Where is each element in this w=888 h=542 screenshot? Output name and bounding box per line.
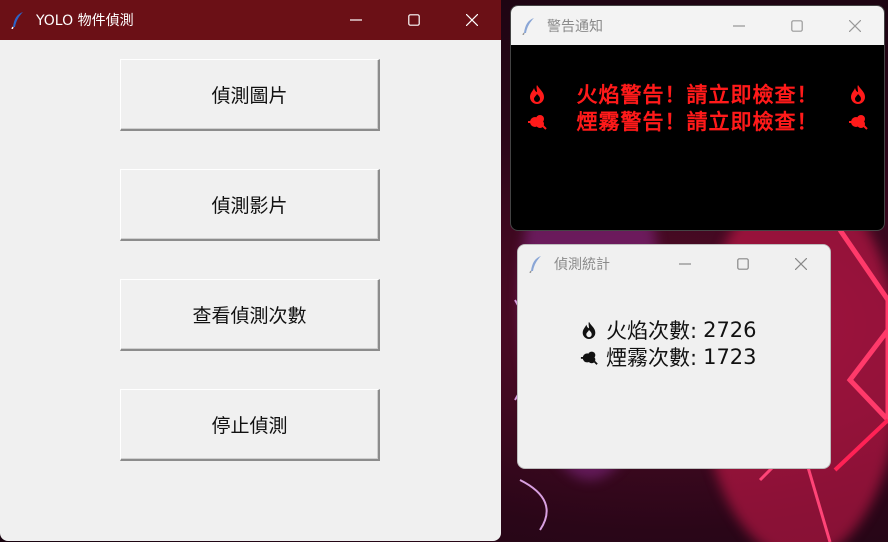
alert-window-title: 警告通知 [547,18,603,35]
smoke-icon [528,115,547,130]
feather-icon [522,17,534,35]
minimize-icon [679,263,691,265]
main-window-title: YOLO 物件偵測 [36,13,134,29]
main-window: YOLO 物件偵測 偵測圖片 偵測影片 查看偵測次數 停止偵測 [0,0,501,541]
close-icon [466,14,478,26]
fire-count-label: 火焰次數: [606,319,698,343]
close-button[interactable] [772,245,830,283]
stats-window: 偵測統計 火焰次數: 2726 煙霧次數: 1723 [517,244,831,469]
close-button[interactable] [443,0,501,40]
minimize-button[interactable] [656,245,714,283]
detect-video-button[interactable]: 偵測影片 [120,169,380,241]
alert-body: 火焰警告！請立即檢查！ 煙霧警告！請立即檢查！ [511,45,884,230]
view-detection-count-button[interactable]: 查看偵測次數 [120,279,380,351]
flame-icon [530,85,544,104]
stop-detection-button[interactable]: 停止偵測 [120,389,380,461]
main-titlebar[interactable]: YOLO 物件偵測 [0,0,501,40]
alert-window: 警告通知 火焰警告！請立即檢查！ 煙霧警告！請立即檢查！ [510,5,885,231]
maximize-button[interactable] [714,245,772,283]
stats-titlebar[interactable]: 偵測統計 [518,245,830,283]
smoke-warning-line: 煙霧警告！請立即檢查！ [527,106,868,136]
fire-warning-text: 火焰警告！請立即檢查！ [576,83,819,107]
smoke-icon [580,351,598,365]
minimize-button[interactable] [327,0,385,40]
close-button[interactable] [826,6,884,45]
alert-titlebar[interactable]: 警告通知 [511,6,884,45]
minimize-icon [733,24,745,27]
flame-icon [851,85,865,104]
close-icon [849,19,861,32]
smoke-count-row: 煙霧次數: 1723 [580,342,757,372]
feather-icon [529,256,541,273]
smoke-icon [849,115,868,130]
fire-count-row: 火焰次數: 2726 [580,315,757,345]
maximize-button[interactable] [385,0,443,40]
maximize-icon [408,14,420,26]
maximize-button[interactable] [768,6,826,45]
maximize-icon [737,258,749,270]
maximize-icon [791,19,803,32]
smoke-count-value: 1723 [703,345,757,369]
detect-image-button[interactable]: 偵測圖片 [120,59,380,131]
minimize-button[interactable] [710,6,768,45]
feather-icon [11,12,23,29]
stats-window-title: 偵測統計 [554,257,610,273]
fire-warning-line: 火焰警告！請立即檢查！ [527,79,868,109]
close-icon [795,258,807,270]
smoke-warning-text: 煙霧警告！請立即檢查！ [576,110,819,134]
minimize-icon [350,19,362,21]
fire-count-value: 2726 [703,318,757,342]
smoke-count-label: 煙霧次數: [606,346,698,370]
flame-icon [582,321,596,339]
